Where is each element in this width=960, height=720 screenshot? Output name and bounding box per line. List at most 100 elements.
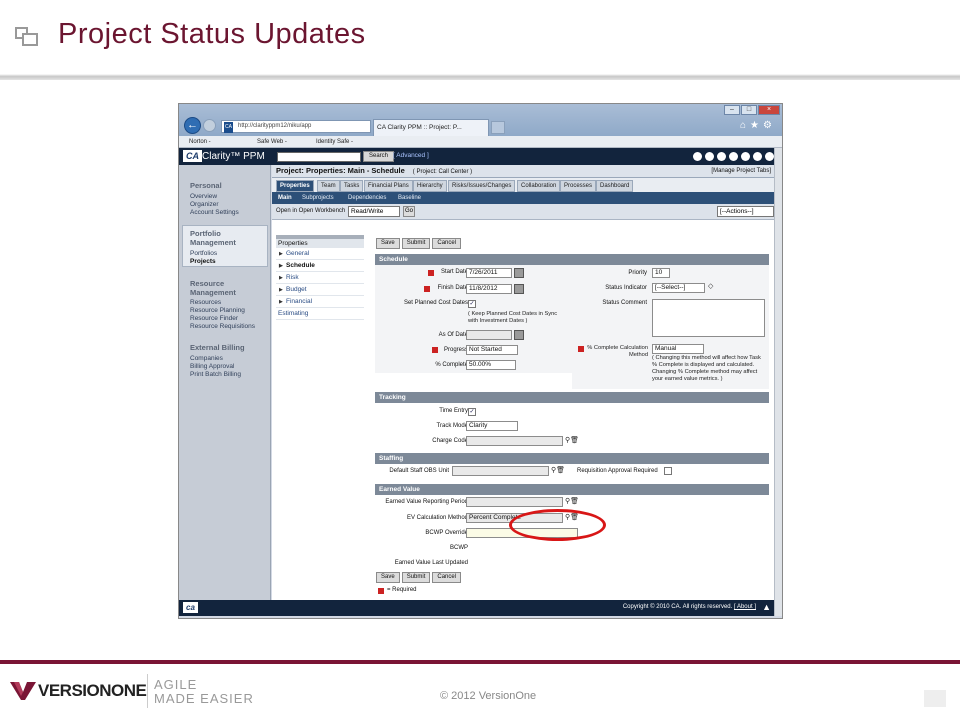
history-icon[interactable] xyxy=(729,152,738,161)
subtab-baseline[interactable]: Baseline xyxy=(398,192,421,204)
norton-toolbar: Norton - Safe Web - Identity Safe - xyxy=(179,136,782,148)
required-icon xyxy=(578,346,584,352)
nav-item-resource-requisitions[interactable]: Resource Requisitions xyxy=(190,323,255,330)
info-icon[interactable] xyxy=(753,152,762,161)
subtab-dependencies[interactable]: Dependencies xyxy=(348,192,386,204)
safe-web-menu[interactable]: Safe Web - xyxy=(257,136,287,148)
subtab-subprojects[interactable]: Subprojects xyxy=(302,192,334,204)
home-icon[interactable] xyxy=(693,152,702,161)
ev-period-input[interactable] xyxy=(466,497,563,507)
browser-tab[interactable]: CA Clarity PPM :: Project: P... xyxy=(373,119,489,136)
subtab-main[interactable]: Main xyxy=(278,192,292,204)
submit-button[interactable]: Submit xyxy=(401,238,431,249)
nav-item-print-batch-billing[interactable]: Print Batch Billing xyxy=(190,371,241,378)
help-icon[interactable] xyxy=(741,152,750,161)
props-item-estimating[interactable]: Estimating xyxy=(276,308,364,320)
address-bar[interactable]: CA http://clarityppm12/niku/app xyxy=(221,120,371,133)
calc-method-select[interactable]: Manual xyxy=(652,344,704,354)
props-item-label: Risk xyxy=(286,274,299,281)
cancel-button[interactable]: Cancel xyxy=(432,238,462,249)
tab-tasks[interactable]: Tasks xyxy=(340,180,364,192)
scroll-top-icon[interactable]: ▲ xyxy=(762,602,771,612)
actions-dropdown[interactable]: [--Actions--] xyxy=(717,206,774,217)
obs-unit-input[interactable] xyxy=(452,466,549,476)
save-button[interactable]: Save xyxy=(376,572,400,583)
forward-button[interactable] xyxy=(203,119,216,132)
nav-item-projects[interactable]: Projects xyxy=(190,258,216,265)
workbench-select[interactable]: Read/Write xyxy=(348,206,400,217)
props-item-general[interactable]: ▶ General xyxy=(276,248,364,260)
clarity-header: CA Clarity™ PPM Search [ Advanced ] xyxy=(179,148,782,165)
as-of-date-input[interactable] xyxy=(466,330,512,340)
diamond-icon: ◇ xyxy=(708,283,714,290)
track-mode-select[interactable]: Clarity xyxy=(466,421,518,431)
tab-risks[interactable]: Risks/Issues/Changes xyxy=(448,180,516,192)
cancel-button[interactable]: Cancel xyxy=(432,572,462,583)
workbench-label: Open in Open Workbench xyxy=(276,208,346,214)
tab-team[interactable]: Team xyxy=(317,180,340,192)
clarity-footer: ca Copyright © 2010 CA. All rights reser… xyxy=(179,600,774,616)
search-button[interactable]: Search xyxy=(363,151,395,162)
vertical-scrollbar[interactable] xyxy=(774,148,782,616)
favorites-icon[interactable] xyxy=(705,152,714,161)
calendar-icon[interactable] xyxy=(514,330,524,340)
tab-dashboard[interactable]: Dashboard xyxy=(596,180,634,192)
tab-collaboration[interactable]: Collaboration xyxy=(517,180,561,192)
props-item-schedule[interactable]: ▶ Schedule xyxy=(276,260,364,272)
minimize-icon[interactable]: – xyxy=(724,105,740,115)
lookup-icon[interactable]: ⚲🗑 xyxy=(565,436,579,444)
nav-item-account-settings[interactable]: Account Settings xyxy=(190,209,239,216)
props-item-budget[interactable]: ▶ Budget xyxy=(276,284,364,296)
finish-date-input[interactable]: 11/8/2012 xyxy=(466,284,512,294)
req-approval-checkbox[interactable] xyxy=(664,467,672,475)
percent-complete-input[interactable]: 50.00% xyxy=(466,360,516,370)
lookup-icon[interactable]: ⚲🗑 xyxy=(551,466,565,474)
browser-toolbar-icons[interactable]: ⌂★⚙ xyxy=(740,120,776,131)
lookup-icon[interactable]: ⚲🗑 xyxy=(565,497,579,505)
priority-input[interactable]: 10 xyxy=(652,268,670,278)
logout-icon[interactable] xyxy=(765,152,774,161)
time-entry-checkbox[interactable]: ✓ xyxy=(468,408,476,416)
planned-cost-checkbox[interactable]: ✓ xyxy=(468,300,476,308)
props-item-risk[interactable]: ▶ Risk xyxy=(276,272,364,284)
nav-item-overview[interactable]: Overview xyxy=(190,193,217,200)
global-search-input[interactable] xyxy=(277,152,361,162)
nav-item-organizer[interactable]: Organizer xyxy=(190,201,219,208)
props-item-financial[interactable]: ▶ Financial xyxy=(276,296,364,308)
tab-financial-plans[interactable]: Financial Plans xyxy=(364,180,413,192)
nav-item-resources[interactable]: Resources xyxy=(190,299,221,306)
manage-tabs-link[interactable]: [Manage Project Tabs] xyxy=(711,165,771,177)
new-tab-button[interactable] xyxy=(491,121,505,134)
calendar-icon[interactable] xyxy=(514,284,524,294)
status-comment-textarea[interactable] xyxy=(652,299,765,337)
caret-right-icon: ▶ xyxy=(279,299,283,305)
maximize-icon[interactable]: □ xyxy=(741,105,757,115)
advanced-search-link[interactable]: [ Advanced ] xyxy=(393,152,429,159)
left-navigation: Personal Overview Organizer Account Sett… xyxy=(179,165,271,600)
print-icon[interactable] xyxy=(717,152,726,161)
required-note: = Required xyxy=(387,587,417,593)
progress-select[interactable]: Not Started xyxy=(466,345,518,355)
start-date-input[interactable]: 7/26/2011 xyxy=(466,268,512,278)
save-button[interactable]: Save xyxy=(376,238,400,249)
tab-processes[interactable]: Processes xyxy=(560,180,597,192)
nav-item-companies[interactable]: Companies xyxy=(190,355,223,362)
norton-menu[interactable]: Norton - xyxy=(189,136,211,148)
calendar-icon[interactable] xyxy=(514,268,524,278)
status-indicator-select[interactable]: [--Select--] xyxy=(652,283,705,293)
nav-item-portfolios[interactable]: Portfolios xyxy=(190,250,217,257)
nav-item-billing-approval[interactable]: Billing Approval xyxy=(190,363,234,370)
time-entry-label: Time Entry xyxy=(439,408,468,414)
go-button[interactable]: Go xyxy=(403,206,415,217)
submit-button[interactable]: Submit xyxy=(401,572,431,583)
tab-properties[interactable]: Properties xyxy=(276,180,314,192)
nav-item-resource-finder[interactable]: Resource Finder xyxy=(190,315,238,322)
back-button[interactable]: ← xyxy=(184,117,201,134)
charge-code-input[interactable] xyxy=(466,436,563,446)
identity-safe-menu[interactable]: Identity Safe - xyxy=(316,136,353,148)
close-icon[interactable]: × xyxy=(758,105,780,115)
tagline-line1: AGILE xyxy=(154,677,198,692)
about-link[interactable]: [ About ] xyxy=(734,604,756,610)
nav-item-resource-planning[interactable]: Resource Planning xyxy=(190,307,245,314)
tab-hierarchy[interactable]: Hierarchy xyxy=(413,180,447,192)
